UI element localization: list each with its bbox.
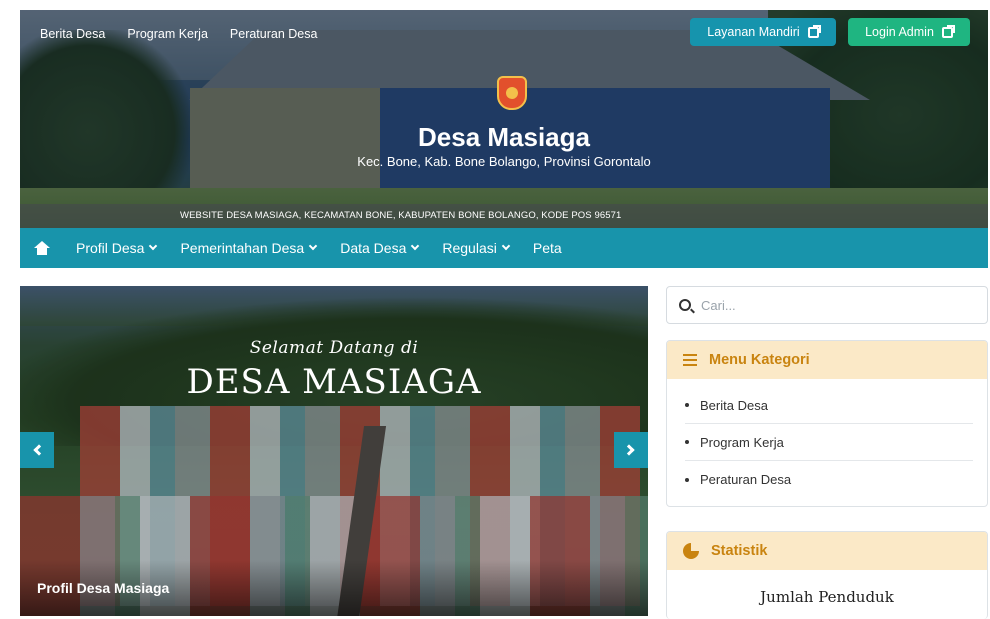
- layanan-mandiri-label: Layanan Mandiri: [707, 25, 800, 39]
- login-admin-button[interactable]: Login Admin: [848, 18, 970, 46]
- search-box: [666, 286, 988, 324]
- nav-peta[interactable]: Peta: [533, 240, 562, 256]
- nav-label: Profil Desa: [76, 240, 145, 256]
- chevron-down-icon: [411, 241, 420, 251]
- nav-regulasi[interactable]: Regulasi: [442, 240, 511, 256]
- category-list: Berita Desa Program Kerja Peraturan Desa: [667, 379, 987, 506]
- page: Berita Desa Program Kerja Peraturan Desa…: [0, 0, 990, 619]
- jumlah-penduduk-label: Jumlah Penduduk: [760, 588, 894, 606]
- nav-pemerintahan-desa[interactable]: Pemerintahan Desa: [180, 240, 318, 256]
- external-link-icon: [941, 24, 955, 38]
- chevron-right-icon: [623, 444, 635, 456]
- village-logo: [497, 76, 527, 110]
- chevron-down-icon: [308, 241, 318, 251]
- category-item-berita-desa[interactable]: Berita Desa: [685, 387, 973, 424]
- nav-label: Peta: [532, 240, 562, 256]
- address-banner-text: WEBSITE DESA MASIAGA, KECAMATAN BONE, KA…: [180, 210, 622, 221]
- slide-caption[interactable]: Profil Desa Masiaga: [37, 580, 169, 596]
- image-slider: Selamat Datang di DESA MASIAGA Profil De…: [20, 286, 648, 616]
- slider-prev-button[interactable]: [20, 432, 54, 468]
- search-icon: [679, 299, 691, 311]
- address-banner: WEBSITE DESA MASIAGA, KECAMATAN BONE, KA…: [20, 204, 988, 228]
- login-admin-label: Login Admin: [865, 25, 934, 39]
- slide-welcome-text: Selamat Datang di: [249, 338, 419, 358]
- nav-label: Data Desa: [340, 240, 407, 256]
- slider-next-button[interactable]: [614, 432, 648, 468]
- menu-kategori-card: Menu Kategori Berita Desa Program Kerja …: [666, 340, 988, 507]
- layanan-mandiri-button[interactable]: Layanan Mandiri: [690, 18, 836, 46]
- menu-icon: [683, 354, 697, 366]
- statistik-card: Statistik Jumlah Penduduk: [666, 531, 988, 619]
- chevron-left-icon: [33, 444, 45, 456]
- statistik-title: Statistik: [711, 543, 768, 559]
- site-subtitle: Kec. Bone, Kab. Bone Bolango, Provinsi G…: [357, 154, 651, 169]
- home-icon[interactable]: [34, 241, 50, 255]
- top-nav-berita-desa[interactable]: Berita Desa: [40, 27, 105, 41]
- site-title: Desa Masiaga: [418, 122, 590, 152]
- chevron-down-icon: [149, 241, 158, 251]
- menu-kategori-header: Menu Kategori: [667, 341, 987, 379]
- external-link-icon: [807, 24, 821, 38]
- hero-overlay: [20, 10, 988, 228]
- nav-label: Regulasi: [442, 240, 497, 256]
- main-nav: Profil Desa Pemerintahan Desa Data Desa …: [20, 228, 988, 268]
- nav-profil-desa[interactable]: Profil Desa: [76, 240, 158, 256]
- top-nav-program-kerja[interactable]: Program Kerja: [127, 27, 208, 41]
- nav-data-desa[interactable]: Data Desa: [340, 240, 420, 256]
- top-nav: Berita Desa Program Kerja Peraturan Desa: [40, 27, 317, 41]
- pie-chart-icon: [683, 543, 699, 559]
- category-item-program-kerja[interactable]: Program Kerja: [685, 424, 973, 461]
- chevron-down-icon: [501, 241, 511, 251]
- slide-village-name: DESA MASIAGA: [186, 362, 482, 402]
- top-nav-peraturan-desa[interactable]: Peraturan Desa: [230, 27, 318, 41]
- category-item-peraturan-desa[interactable]: Peraturan Desa: [685, 461, 973, 498]
- search-input[interactable]: [701, 297, 971, 313]
- menu-kategori-title: Menu Kategori: [709, 352, 810, 368]
- nav-label: Pemerintahan Desa: [180, 240, 305, 256]
- hero-header: Berita Desa Program Kerja Peraturan Desa…: [20, 10, 988, 228]
- statistik-header: Statistik: [667, 532, 987, 570]
